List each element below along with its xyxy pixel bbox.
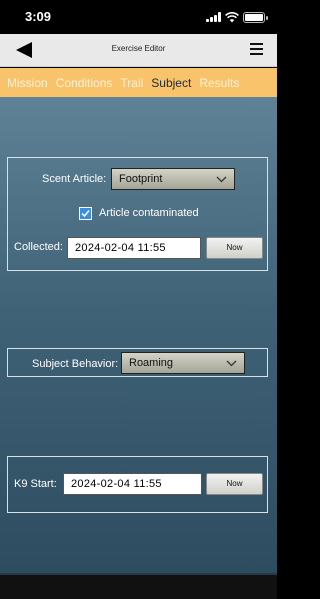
bottom-divider [0, 573, 277, 575]
status-bar: 3:09 [0, 0, 277, 34]
status-icons [206, 11, 268, 23]
wifi-icon [225, 11, 239, 22]
tab-trail[interactable]: Trail [116, 76, 147, 90]
main-content: Scent Article: Footprint Article contami… [0, 97, 277, 573]
subject-behavior-label: Subject Behavior: [32, 358, 119, 370]
status-time: 3:09 [25, 9, 52, 24]
page-title: Exercise Editor [111, 44, 166, 53]
scent-article-label: Scent Article: [42, 173, 107, 185]
subject-behavior-value: Roaming [129, 357, 174, 369]
chevron-down-icon [226, 360, 237, 367]
subject-behavior-panel: Subject Behavior: Roaming [7, 348, 268, 377]
checkmark-icon [81, 210, 90, 218]
k9-start-label: K9 Start: [14, 478, 57, 490]
collected-now-button[interactable]: Now [206, 237, 263, 259]
subject-behavior-select[interactable]: Roaming [121, 352, 245, 374]
cellular-signal-icon [206, 12, 221, 22]
scent-article-panel: Scent Article: Footprint Article contami… [7, 157, 268, 271]
scent-article-select[interactable]: Footprint [111, 168, 235, 190]
k9-start-panel: K9 Start: 2024-02-04 11:55 Now [7, 456, 268, 513]
collected-label: Collected: [14, 241, 63, 253]
battery-fill [245, 13, 263, 21]
chevron-down-icon [216, 176, 227, 183]
scent-article-value: Footprint [119, 173, 163, 185]
navigation-bar: Exercise Editor [0, 34, 277, 67]
collected-datetime-field[interactable]: 2024-02-04 11:55 [67, 237, 201, 259]
article-contaminated-label: Article contaminated [99, 207, 199, 219]
tab-results[interactable]: Results [195, 76, 243, 90]
k9-start-datetime-field[interactable]: 2024-02-04 11:55 [63, 473, 202, 495]
article-contaminated-checkbox[interactable] [79, 207, 92, 220]
hamburger-menu-icon[interactable] [250, 43, 263, 56]
tab-subject[interactable]: Subject [147, 76, 195, 90]
bottom-bar [0, 573, 277, 599]
k9-start-now-button[interactable]: Now [206, 473, 263, 495]
tab-mission[interactable]: Mission [0, 76, 52, 90]
battery-icon [243, 11, 268, 23]
tab-conditions[interactable]: Conditions [52, 76, 117, 90]
tab-bar: Mission Conditions Trail Subject Results [0, 68, 277, 97]
